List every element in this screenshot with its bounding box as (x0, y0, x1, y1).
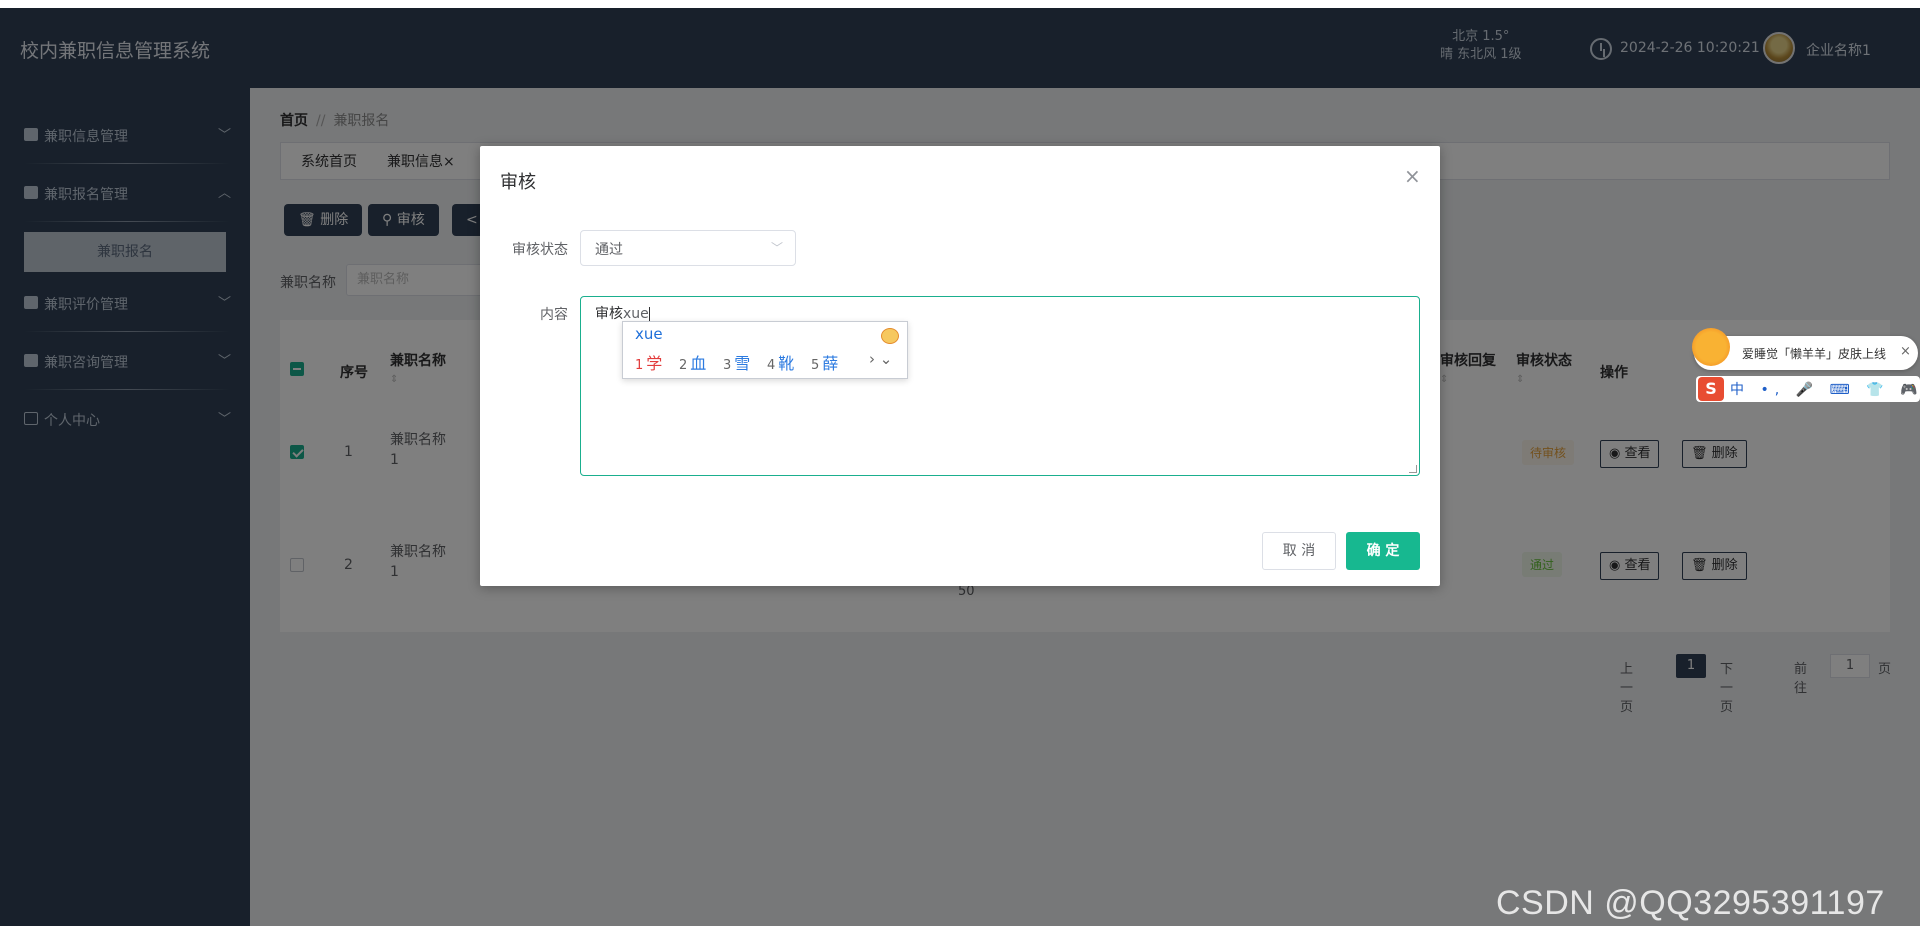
status-select[interactable]: 通过 ﹀ (580, 230, 796, 266)
bubble-text: 爱睡觉「懒羊羊」皮肤上线 (1742, 347, 1887, 361)
ime-skin-icon[interactable] (881, 328, 899, 344)
dialog-title: 审核 (500, 172, 536, 193)
candidate-text: 靴 (778, 354, 795, 373)
candidate-number: 4 (767, 358, 776, 373)
candidate-number: 5 (811, 358, 820, 373)
audit-dialog: 审核 × 审核状态 通过 ﹀ 内容 审核xue xue 1学 2血 3雪 4靴 … (480, 146, 1440, 586)
ime-candidate[interactable]: 5薛 (811, 350, 838, 374)
content-field-label: 内容 (540, 307, 568, 323)
app-screen: 校内兼职信息管理系统 北京 1.5° 晴 东北风 1级 2024-2-26 10… (0, 8, 1920, 926)
confirm-button[interactable]: 确 定 (1346, 532, 1420, 570)
ime-candidate[interactable]: 2血 (679, 350, 706, 374)
ime-candidate[interactable]: 1学 (635, 350, 662, 374)
sun-icon (1692, 328, 1730, 366)
content-committed-text: 审核 (595, 306, 623, 322)
candidate-number: 1 (635, 358, 644, 373)
chevron-down-icon: ﹀ (770, 241, 783, 255)
ime-candidate-popup: xue 1学 2血 3雪 4靴 5薛 › ⌄ (622, 321, 908, 379)
status-select-value: 通过 (595, 242, 623, 258)
ime-notification-bubble[interactable]: 爱睡觉「懒羊羊」皮肤上线 × (1692, 328, 1918, 370)
close-icon[interactable]: × (1900, 344, 1911, 359)
ime-composition-text: xue (623, 306, 649, 322)
watermark: CSDN @QQ3295391197 (1496, 884, 1885, 922)
content-text: 审核xue (595, 303, 650, 323)
ime-candidate[interactable]: 4靴 (767, 350, 794, 374)
ime-pinyin: xue (635, 325, 663, 343)
resize-handle[interactable] (1409, 465, 1417, 473)
sogou-logo-icon[interactable]: S (1698, 377, 1724, 401)
candidate-number: 3 (723, 358, 732, 373)
candidate-number: 2 (679, 358, 688, 373)
candidate-text: 血 (690, 354, 707, 373)
ime-toolbar-items[interactable]: 中 •, 🎤 ⌨ 👕 🎮 ▦ ⚙ (1730, 379, 1920, 399)
candidate-text: 雪 (734, 354, 751, 373)
status-field-label: 审核状态 (512, 242, 568, 258)
candidate-text: 学 (646, 354, 663, 373)
cancel-button[interactable]: 取 消 (1262, 532, 1336, 570)
ime-more-icon[interactable]: › ⌄ (869, 350, 892, 368)
close-icon[interactable]: × (1404, 164, 1421, 188)
text-caret (648, 307, 650, 321)
ime-candidate[interactable]: 3雪 (723, 350, 750, 374)
candidate-text: 薛 (822, 354, 839, 373)
ime-toolbar: S 中 •, 🎤 ⌨ 👕 🎮 ▦ ⚙ (1696, 376, 1920, 402)
